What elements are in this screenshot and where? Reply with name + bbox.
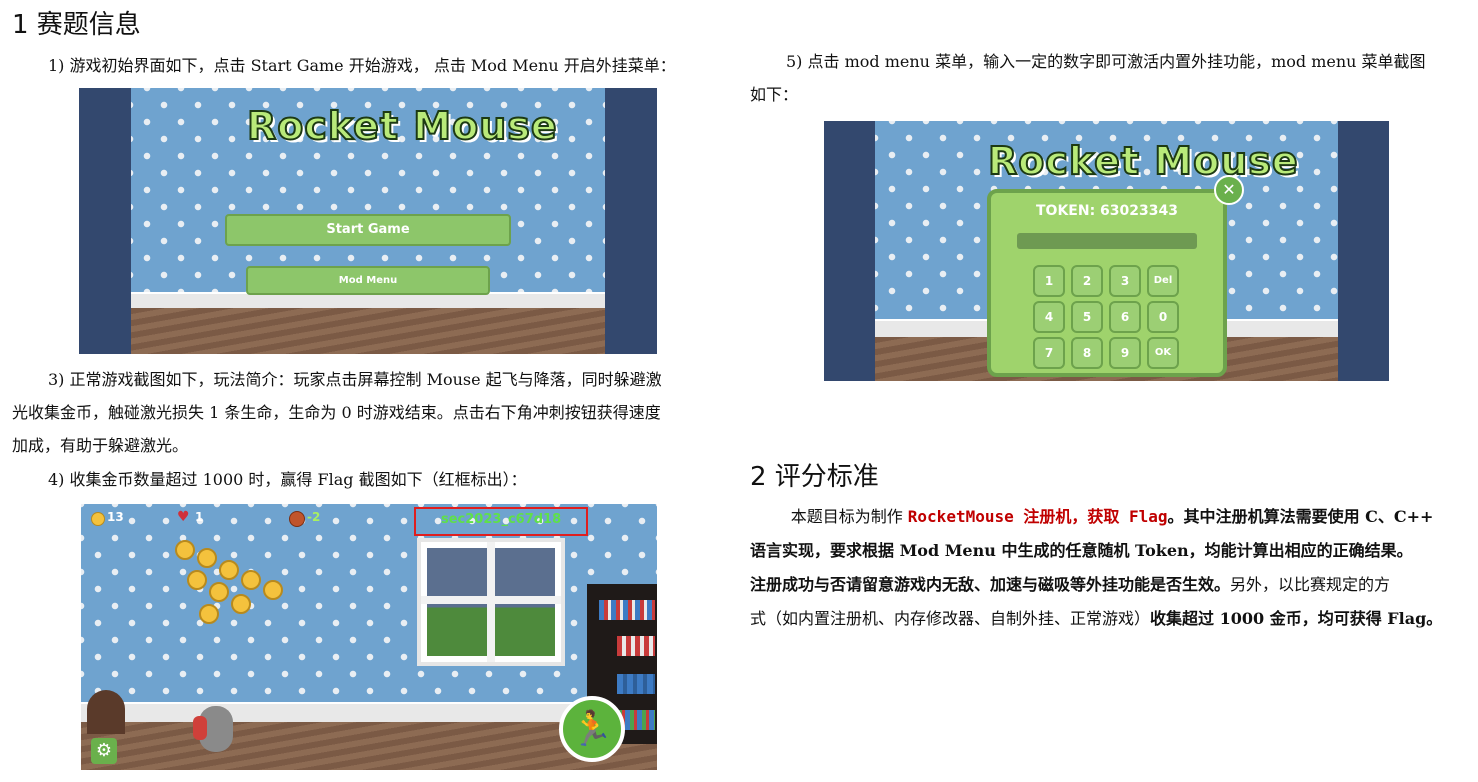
distance-icon <box>289 511 305 527</box>
section1-heading: 1 赛题信息 <box>12 10 141 40</box>
mouse-hole <box>87 690 125 734</box>
coin-icon <box>209 582 229 602</box>
window <box>417 538 565 666</box>
coin-icon <box>219 560 239 580</box>
criteria-paragraph: 本题目标为制作 RocketMouse 注册机，获取 Flag。其中注册机算法需… <box>750 500 1472 636</box>
token-input[interactable] <box>1017 233 1197 249</box>
heart-icon: ♥ <box>177 509 190 525</box>
key-1[interactable]: 1 <box>1033 265 1065 297</box>
key-5[interactable]: 5 <box>1071 301 1103 333</box>
start-game-button[interactable]: Start Game <box>225 214 511 246</box>
criteria-line2: 语言实现，要求根据 Mod Menu 中生成的任意随机 Token，均能计算出相… <box>750 541 1413 560</box>
item5-line1: 5) 点击 mod menu 菜单，输入一定的数字即可激活内置外挂功能，mod … <box>786 52 1426 71</box>
item3-line1: 3) 正常游戏截图如下，玩法简介：玩家点击屏幕控制 Mouse 起飞与降落，同时… <box>48 370 662 389</box>
flag-text: sec2023_c67d18 <box>441 512 562 527</box>
mod-menu-screenshot: Rocket Mouse TOKEN: 63023343 1 2 3 Del 4… <box>824 121 1389 381</box>
key-7[interactable]: 7 <box>1033 337 1065 369</box>
criteria-intro: 本题目标为制作 <box>790 507 908 526</box>
distance-value: -2 <box>307 510 321 524</box>
key-8[interactable]: 8 <box>1071 337 1103 369</box>
mouse-character <box>193 706 233 752</box>
criteria-methods: 式（如内置注册机、内存修改器、自制外挂、正常游戏） <box>750 609 1151 628</box>
coin-icon <box>231 594 251 614</box>
token-label: TOKEN: 63023343 <box>1036 203 1178 219</box>
criteria-flag: 收集超过 1000 金币，均可获得 Flag。 <box>1150 609 1443 628</box>
key-ok[interactable]: OK <box>1147 337 1179 369</box>
lives-count: 1 <box>195 510 204 524</box>
item1-text: 1) 游戏初始界面如下，点击 Start Game 开始游戏， 点击 Mod M… <box>48 56 676 75</box>
coin-icon <box>197 548 217 568</box>
coin-icon <box>175 540 195 560</box>
item5-line2: 如下： <box>750 85 799 104</box>
key-0[interactable]: 0 <box>1147 301 1179 333</box>
mod-menu-panel: TOKEN: 63023343 1 2 3 Del 4 5 6 0 7 8 9 … <box>987 189 1227 377</box>
key-6[interactable]: 6 <box>1109 301 1141 333</box>
item3-line3: 加成，有助于躲避激光。 <box>12 436 189 455</box>
criteria-algo: 注册机算法需要使用 C、C++ <box>1215 507 1434 526</box>
gear-icon[interactable]: ⚙ <box>91 738 117 764</box>
coin-icon <box>91 512 105 526</box>
criteria-other: 另外，以比赛规定的方 <box>1230 575 1391 594</box>
close-icon[interactable]: ✕ <box>1214 175 1244 205</box>
coin-count: 13 <box>107 510 124 524</box>
section2-heading: 2 评分标准 <box>750 462 879 492</box>
game-logo: Rocket Mouse <box>246 103 558 149</box>
criteria-sep: 。其中 <box>1167 507 1216 526</box>
mod-menu-button[interactable]: Mod Menu <box>246 266 490 295</box>
gameplay-screenshot: 13 ♥ 1 -2 sec2023_c67d18 ⚙ 🏃 <box>81 504 657 770</box>
coin-icon <box>199 604 219 624</box>
coin-icon <box>241 570 261 590</box>
item4-text: 4) 收集金币数量超过 1000 时，赢得 Flag 截图如下（红框标出）： <box>48 470 527 489</box>
criteria-verify: 注册成功与否请留意游戏内无敌、加速与磁吸等外挂功能是否生效。 <box>750 575 1231 594</box>
coin-icon <box>263 580 283 600</box>
game-logo: Rocket Mouse <box>987 138 1299 184</box>
coin-icon <box>187 570 207 590</box>
key-4[interactable]: 4 <box>1033 301 1065 333</box>
dash-button[interactable]: 🏃 <box>559 696 625 762</box>
item3-line2: 光收集金币，触碰激光损失 1 条生命，生命为 0 时游戏结束。点击右下角冲刺按钮… <box>12 403 661 422</box>
criteria-highlight: RocketMouse 注册机，获取 Flag <box>907 507 1168 526</box>
key-9[interactable]: 9 <box>1109 337 1141 369</box>
key-del[interactable]: Del <box>1147 265 1179 297</box>
menu-screenshot: Rocket Mouse Start Game Mod Menu <box>79 88 657 354</box>
key-2[interactable]: 2 <box>1071 265 1103 297</box>
key-3[interactable]: 3 <box>1109 265 1141 297</box>
